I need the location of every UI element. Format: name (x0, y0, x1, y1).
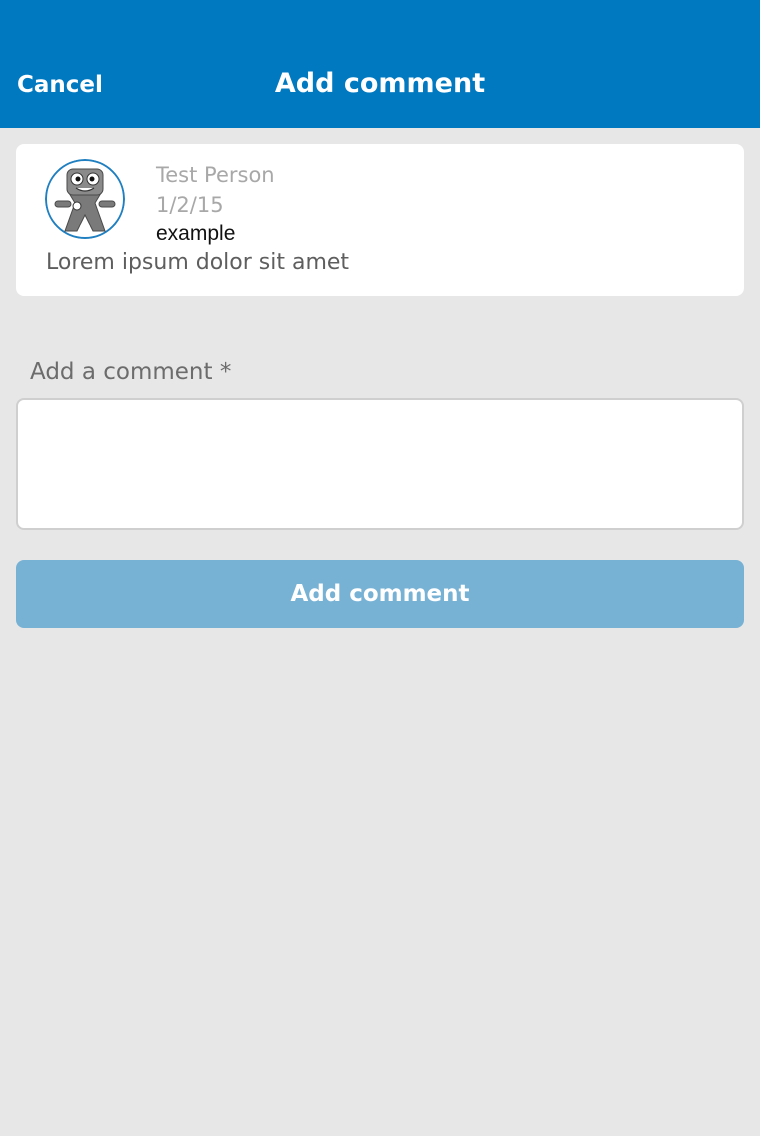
post-date: 1/2/15 (156, 193, 224, 217)
post-tag: example (156, 222, 236, 245)
comment-input[interactable] (16, 398, 744, 530)
page-title: Add comment (274, 68, 486, 99)
post-author: Test Person (156, 163, 275, 187)
original-post-card: Test Person 1/2/15 example Lorem ipsum d… (16, 144, 744, 296)
comment-field-label: Add a comment * (30, 359, 232, 385)
robot-mascot-icon (45, 159, 125, 239)
app-header: Cancel Add comment (0, 0, 760, 128)
avatar (45, 159, 125, 239)
add-comment-button[interactable]: Add comment (16, 560, 744, 628)
post-body: Lorem ipsum dolor sit amet (46, 250, 350, 275)
